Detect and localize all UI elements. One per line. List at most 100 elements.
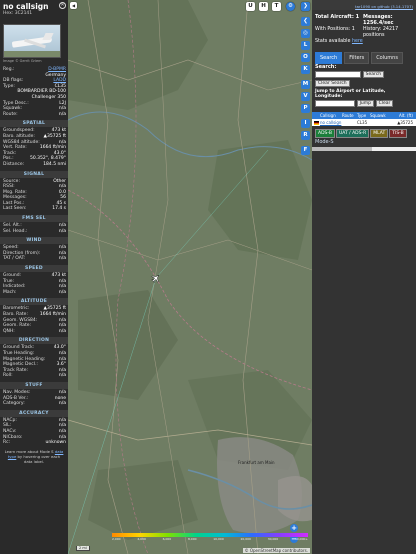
map-button-o[interactable]: O xyxy=(301,53,310,62)
field-value: n/a xyxy=(58,373,66,379)
map-button-k[interactable]: K xyxy=(301,65,310,74)
altitude-colorbar: 2,000 4,000 6,000 8,000 10,000 20,000 30,000 40… xyxy=(112,533,308,541)
colorbar-label: 4,000 xyxy=(137,537,146,541)
aircraft-table-header: Callsign Route Type Squawk Alt. (ft) xyxy=(312,112,416,119)
field-key: Category: xyxy=(3,401,25,407)
stats-link[interactable]: here xyxy=(352,39,363,44)
colorbar-label: 20,000 xyxy=(240,537,251,541)
col-type[interactable]: Type xyxy=(357,112,370,119)
info-key: Type: xyxy=(3,83,15,89)
map-button-t[interactable]: T xyxy=(272,2,281,11)
hex-label: Hex: xyxy=(3,11,14,16)
expand-icon[interactable]: ❮ xyxy=(301,17,310,26)
info-key: Route: xyxy=(3,111,18,117)
close-icon[interactable]: ✕ xyxy=(59,2,66,9)
map-button-p[interactable]: P xyxy=(301,104,310,113)
table-row[interactable]: no callsign CL35 ▲35725 xyxy=(312,119,416,126)
row-callsign[interactable]: no callsign xyxy=(320,119,342,126)
colorbar-label: 40,000+ xyxy=(294,537,308,541)
section-header-signal: SIGNAL xyxy=(0,170,68,178)
horizontal-scrollbar[interactable] xyxy=(312,147,416,151)
tab-filters[interactable]: Filters xyxy=(344,52,370,64)
col-altitude[interactable]: Alt. (ft) xyxy=(383,112,416,119)
field-row: Last Seen: 17.4 s xyxy=(0,206,68,212)
clear-search-button[interactable]: Clear Search xyxy=(315,80,350,87)
field-row: Roll: n/a xyxy=(0,373,68,379)
map-button-i[interactable]: I xyxy=(301,119,310,128)
learn-post: by hovering over each data label. xyxy=(17,453,61,464)
map-button-m[interactable]: M xyxy=(301,80,310,89)
github-link[interactable]: tar1090 on github (3.14.1707) xyxy=(312,0,416,9)
row-squawk xyxy=(370,119,383,126)
section-header-altitude: ALTITUDE xyxy=(0,298,68,306)
field-row: TAT / OAT: n/a xyxy=(0,256,68,262)
field-key: Mach: xyxy=(3,289,17,295)
field-value: n/a xyxy=(58,328,66,334)
info-row: Route: n/a xyxy=(0,112,68,118)
map-button-h[interactable]: H xyxy=(259,2,268,11)
search-button[interactable]: Search xyxy=(362,71,385,78)
sidebar-top-bar: tar1090 on github (3.14.1707) xyxy=(312,0,416,10)
zoom-in-button[interactable]: + xyxy=(290,524,298,532)
field-key: Sel. Head.: xyxy=(3,228,28,234)
toggle-sidebar-button[interactable]: ❯ xyxy=(301,2,310,11)
section-header-spatial: SPATIAL xyxy=(0,120,68,128)
section-header-accuracy: ACCURACY xyxy=(0,409,68,417)
jump-button[interactable]: Jump xyxy=(356,100,375,107)
messages-rate: Messages: 1256.4/sec xyxy=(363,14,394,26)
field-value: n/a xyxy=(58,289,66,295)
total-aircraft: Total Aircraft: 1 xyxy=(315,14,360,20)
clear-jump-button[interactable]: Clear xyxy=(375,100,394,107)
map-button-l[interactable]: L xyxy=(301,41,310,50)
field-key: Last Seen: xyxy=(3,206,27,212)
col-route[interactable]: Route xyxy=(342,112,357,119)
search-input[interactable] xyxy=(315,71,361,78)
field-value: 184.5 nmi xyxy=(43,161,66,167)
collapse-panel-button[interactable]: ◀ xyxy=(70,2,77,9)
jump-label: Jump to Airport or Latitude, Longitude: xyxy=(315,89,386,99)
source-tag: MLAT xyxy=(370,129,389,138)
history-count: History: 24217 positions xyxy=(363,27,399,38)
sidebar: tar1090 on github (3.14.1707) Total Airc… xyxy=(312,0,416,554)
field-value: 17.4 s xyxy=(52,206,66,212)
tab-columns[interactable]: Columns xyxy=(371,52,403,64)
map-button-f[interactable]: F xyxy=(301,146,310,155)
with-positions: With Positions: 1 xyxy=(315,27,355,32)
colorbar-label: 2,000 xyxy=(112,537,121,541)
section-header-wind: WIND xyxy=(0,237,68,245)
source-tag: TIS-B xyxy=(389,129,407,138)
field-row: Sel. Head.: n/a xyxy=(0,229,68,235)
col-squawk[interactable]: Squawk xyxy=(370,112,386,119)
layers-icon[interactable]: ◎ xyxy=(301,29,310,38)
map-button-v[interactable]: V xyxy=(301,92,310,101)
map-button-u[interactable]: U xyxy=(246,2,255,11)
field-key: TAT / OAT: xyxy=(3,256,26,262)
jump-input[interactable] xyxy=(315,100,355,107)
tab-search[interactable]: Search xyxy=(315,52,343,64)
app-root: { "aircraft": { "callsign": "no callsign… xyxy=(0,0,416,554)
map-attribution[interactable]: © OpenStreetMap contributors. xyxy=(242,548,310,553)
map-scale: 2 mi xyxy=(76,546,90,551)
colorbar-label: 6,000 xyxy=(162,537,172,541)
field-key: Distance: xyxy=(3,161,25,167)
aircraft-info-panel: no callsign Hex: 3C2141 ✕ Image © Gerrit… xyxy=(0,0,68,554)
field-row: Distance: 184.5 nmi xyxy=(0,162,68,168)
colorbar-labels: 2,000 4,000 6,000 8,000 10,000 20,000 30,000 40… xyxy=(112,537,308,541)
section-header-fms-sel: FMS SEL xyxy=(0,215,68,223)
learn-more-text: Learn more about Mode S data type by hov… xyxy=(0,446,68,467)
map-canvas[interactable] xyxy=(68,0,312,554)
mode-s-label: Mode-S xyxy=(315,139,334,145)
stats-available: Stats available here xyxy=(315,39,363,44)
map-button-r[interactable]: R xyxy=(301,131,310,140)
source-legend: ADS-B UAT / ADS-R MLAT TIS-B xyxy=(315,129,415,138)
map-area[interactable]: ◀ UHT ⚙ ❯ ❮ ◎ LOKMVPIRF + − 2 mi 2,000 4,… xyxy=(68,0,312,554)
field-value: n/a xyxy=(58,256,66,262)
aircraft-photo[interactable] xyxy=(3,24,61,58)
col-callsign[interactable]: Callsign xyxy=(320,112,342,119)
sidebar-tabs: Search Filters Columns xyxy=(315,52,403,64)
settings-icon[interactable]: ⚙ xyxy=(286,2,295,11)
hex-value: 3C2141 xyxy=(14,11,33,16)
callsign-title: no callsign xyxy=(3,2,49,11)
info-basic-rows: Reg.: D-BPMR Germany DB flags: LADD Type: CL35… xyxy=(0,67,68,117)
info-key: Reg.: xyxy=(3,67,15,72)
